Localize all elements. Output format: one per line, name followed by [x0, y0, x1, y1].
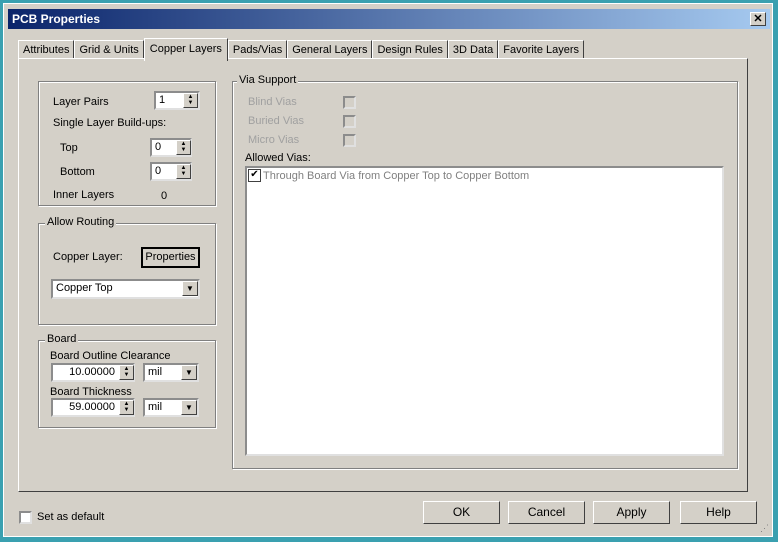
clearance-unit-value: mil: [148, 366, 163, 378]
bottom-spinner-icon[interactable]: ▲ ▼: [176, 164, 191, 179]
top-label: Top: [60, 142, 78, 154]
close-icon[interactable]: ✕: [750, 12, 766, 26]
micro-vias-checkbox[interactable]: [343, 134, 356, 147]
top-spinner-icon[interactable]: ▲ ▼: [176, 140, 191, 155]
dialog-title: PCB Properties: [12, 12, 101, 26]
chevron-down-icon[interactable]: ▼: [181, 365, 197, 380]
via-support-title: Via Support: [237, 74, 299, 86]
via-support-group: Via Support Blind Vias Buried Vias Micro…: [232, 74, 738, 469]
set-default-label: Set as default: [37, 511, 105, 523]
list-item-label: Through Board Via from Copper Top to Cop…: [263, 169, 530, 182]
cancel-button[interactable]: Cancel: [508, 501, 585, 524]
allow-routing-title: Allow Routing: [45, 216, 117, 228]
tab-general-layers[interactable]: General Layers: [287, 40, 373, 59]
bottom-label: Bottom: [60, 166, 95, 178]
list-item[interactable]: ✔ Through Board Via from Copper Top to C…: [248, 169, 529, 182]
buried-vias-label: Buried Vias: [248, 115, 305, 127]
board-title: Board: [45, 333, 79, 345]
tab-bar: Attributes Grid & Units Copper Layers Pa…: [18, 38, 585, 61]
thickness-spinner-icon[interactable]: ▲ ▼: [119, 400, 134, 415]
tab-3d-data[interactable]: 3D Data: [447, 40, 499, 59]
blind-vias-label: Blind Vias: [248, 96, 297, 108]
help-button[interactable]: Help: [680, 501, 757, 524]
single-layer-label: Single Layer Build-ups:: [53, 117, 167, 129]
clearance-label: Board Outline Clearance: [50, 350, 171, 362]
inner-layers-value: 0: [161, 190, 168, 202]
copper-layer-label: Copper Layer:: [53, 251, 123, 263]
check-icon[interactable]: ✔: [248, 169, 261, 182]
allowed-vias-list[interactable]: ✔ Through Board Via from Copper Top to C…: [245, 166, 724, 456]
layer-pairs-spinner-icon[interactable]: ▲ ▼: [183, 93, 198, 108]
tab-attributes[interactable]: Attributes: [18, 40, 75, 59]
allow-routing-group: Allow Routing Copper Layer: Properties C…: [38, 216, 216, 325]
layer-pairs-label: Layer Pairs: [53, 96, 109, 108]
tab-design-rules[interactable]: Design Rules: [372, 40, 448, 59]
title-bar: PCB Properties: [8, 9, 770, 29]
allowed-vias-label: Allowed Vias:: [245, 152, 311, 164]
board-group: Board Board Outline Clearance 10.00000 ▲…: [38, 333, 216, 428]
copper-layer-select[interactable]: Copper Top: [51, 279, 200, 299]
tab-favorite-layers[interactable]: Favorite Layers: [498, 40, 585, 59]
resize-grip-icon[interactable]: ⋰: [760, 523, 769, 534]
tab-pads-vias[interactable]: Pads/Vias: [227, 40, 288, 59]
apply-button[interactable]: Apply: [593, 501, 670, 524]
blind-vias-checkbox[interactable]: [343, 96, 356, 109]
thickness-label: Board Thickness: [50, 386, 132, 398]
clearance-spinner-icon[interactable]: ▲ ▼: [119, 365, 134, 380]
buried-vias-checkbox[interactable]: [343, 115, 356, 128]
tab-copper-layers[interactable]: Copper Layers: [143, 38, 228, 61]
layers-group: Layer Pairs 1 ▲ ▼ Single Layer Build-ups:…: [38, 81, 216, 206]
properties-button[interactable]: Properties: [141, 247, 200, 268]
set-default-checkbox[interactable]: [19, 511, 32, 524]
copper-layer-value: Copper Top: [56, 282, 113, 294]
pcb-properties-dialog: PCB Properties ✕ Attributes Grid & Units…: [3, 3, 773, 537]
tab-grid-units[interactable]: Grid & Units: [74, 40, 144, 59]
chevron-down-icon[interactable]: ▼: [181, 400, 197, 415]
inner-layers-label: Inner Layers: [53, 189, 115, 201]
thickness-unit-value: mil: [148, 401, 163, 413]
ok-button[interactable]: OK: [423, 501, 500, 524]
chevron-down-icon[interactable]: ▼: [182, 281, 198, 296]
micro-vias-label: Micro Vias: [248, 134, 300, 146]
